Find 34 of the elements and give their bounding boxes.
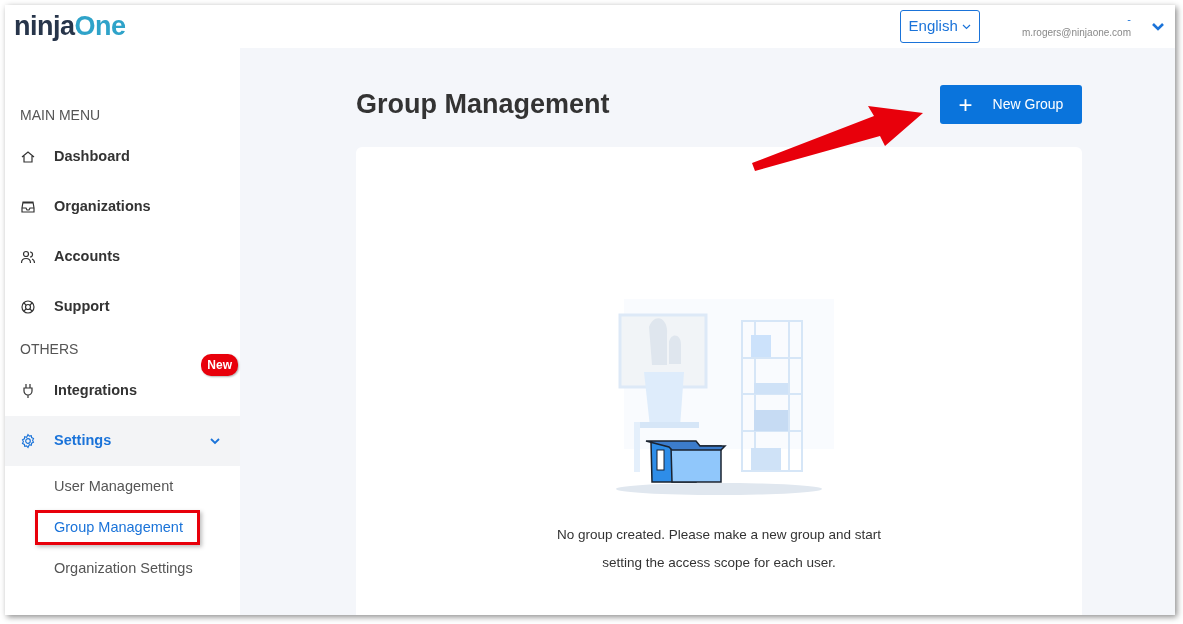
item-label: Accounts: [54, 247, 121, 267]
empty-state-text: No group created. Please make a new group and start: [556, 526, 882, 544]
sidebar-item[interactable]: Accounts: [5, 232, 240, 282]
empty-state-text: setting the access scope for each user.: [601, 554, 837, 572]
item-label: Organizations: [54, 197, 151, 217]
logo: ninjaOne: [14, 13, 126, 40]
section-heading: MAIN MENU: [20, 105, 101, 125]
plug-icon: [20, 383, 36, 399]
submenu-item[interactable]: Group Management: [54, 518, 183, 535]
submenu-item[interactable]: User Management: [54, 475, 174, 498]
chevron-down-icon[interactable]: [1151, 21, 1165, 32]
new-group-button[interactable]: + New Group: [940, 85, 1082, 124]
submenu-item[interactable]: Organization Settings: [54, 557, 193, 580]
language-dropdown[interactable]: English: [899, 10, 980, 43]
page-title: Group Management: [356, 88, 610, 121]
item-label: Dashboard: [54, 147, 130, 167]
item-label: Support: [54, 297, 110, 317]
item-label: Settings: [54, 431, 112, 451]
chevron-down-icon[interactable]: [209, 437, 221, 445]
new-badge: New: [201, 354, 238, 376]
section-heading: OTHERS: [20, 339, 79, 359]
item-label: Integrations: [54, 381, 137, 401]
sidebar-item[interactable]: Dashboard: [5, 132, 240, 182]
user-name: -: [1126, 13, 1131, 25]
sidebar-item[interactable]: Settings: [5, 416, 240, 466]
lifebuoy-icon: [20, 299, 36, 315]
sidebar-item[interactable]: Organizations: [5, 182, 240, 232]
gear-icon: [20, 433, 36, 449]
house-icon: [20, 149, 36, 165]
users-icon: [20, 249, 36, 265]
inbox-icon: [20, 199, 36, 215]
sidebar-item[interactable]: Support: [5, 282, 240, 332]
user-email: m.rogers@ninjaone.com: [1021, 25, 1131, 40]
chevron-down-icon: [961, 24, 971, 31]
